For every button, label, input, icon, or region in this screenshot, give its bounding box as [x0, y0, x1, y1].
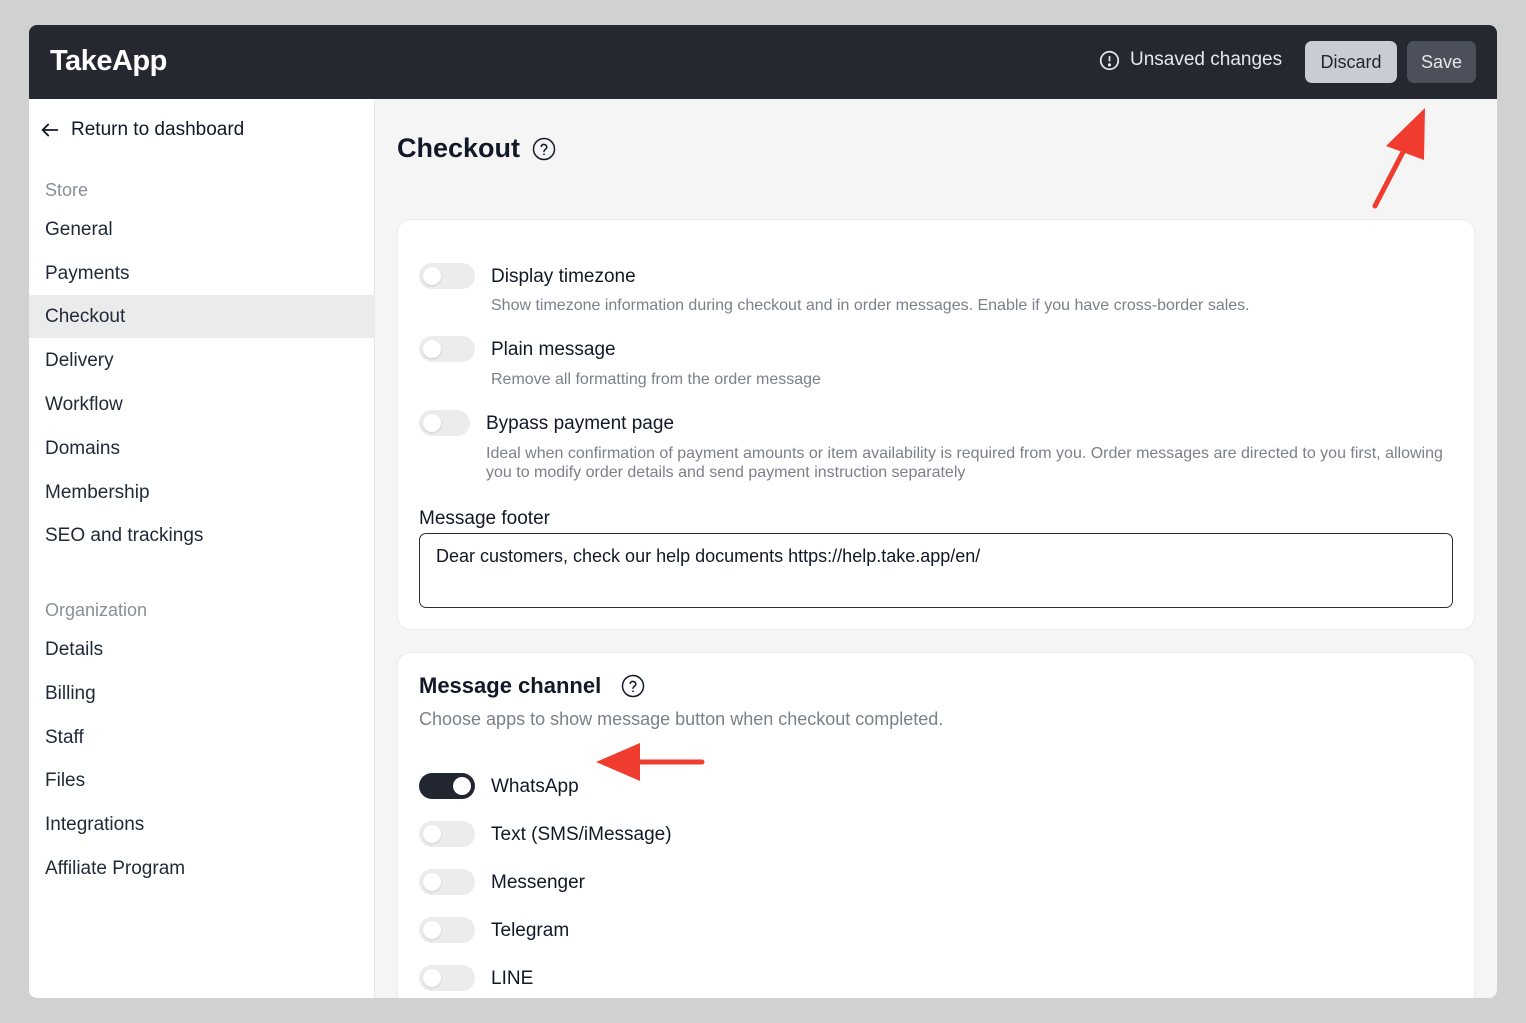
plain-message-description: Remove all formatting from the order mes…	[491, 371, 821, 388]
settings-sidebar: Return to dashboard Store General Paymen…	[29, 99, 375, 998]
message-channel-card: Message channel Choose apps to show mess…	[397, 652, 1475, 998]
sidebar-item-details[interactable]: Details	[29, 628, 375, 671]
bypass-payment-page-toggle[interactable]	[419, 410, 470, 436]
toggle-knob	[453, 777, 471, 795]
bypass-payment-page-label: Bypass payment page	[486, 413, 675, 434]
sidebar-item-delivery[interactable]: Delivery	[29, 339, 375, 382]
top-bar: TakeApp Unsaved changes Discard Save	[29, 25, 1497, 99]
sidebar-item-files[interactable]: Files	[29, 759, 375, 802]
display-timezone-label: Display timezone	[491, 266, 636, 287]
organization-section-title: Organization	[45, 600, 148, 620]
sidebar-item-payments[interactable]: Payments	[29, 252, 375, 295]
line-label: LINE	[491, 968, 534, 989]
help-circle-icon[interactable]	[532, 137, 556, 161]
page-title: Checkout	[397, 133, 556, 164]
sidebar-item-affiliate-program[interactable]: Affiliate Program	[29, 847, 375, 890]
sidebar-item-domains[interactable]: Domains	[29, 427, 375, 470]
sidebar-item-integrations[interactable]: Integrations	[29, 803, 375, 846]
display-timezone-toggle[interactable]	[419, 263, 475, 289]
text-sms-imessage-label: Text (SMS/iMessage)	[491, 824, 672, 845]
sidebar-item-general[interactable]: General	[29, 208, 375, 251]
arrow-left-icon	[41, 123, 59, 137]
page-title-text: Checkout	[397, 133, 521, 163]
bypass-payment-page-description: Ideal when confirmation of payment amoun…	[486, 445, 1443, 481]
app-window: TakeApp Unsaved changes Discard Save Ret…	[29, 25, 1497, 998]
store-section-title: Store	[45, 180, 89, 200]
whatsapp-label: WhatsApp	[491, 776, 579, 797]
plain-message-label: Plain message	[491, 339, 616, 360]
toggle-knob	[423, 921, 441, 939]
messenger-label: Messenger	[491, 872, 585, 893]
toggle-knob	[423, 340, 441, 358]
return-label: Return to dashboard	[71, 119, 245, 140]
message-channel-title-text: Message channel	[419, 673, 602, 698]
sidebar-item-seo-and-trackings[interactable]: SEO and trackings	[29, 514, 375, 557]
main-content: Checkout Display timezone Show timezone …	[376, 99, 1497, 998]
return-to-dashboard-link[interactable]: Return to dashboard	[39, 119, 244, 141]
sidebar-item-checkout[interactable]: Checkout	[29, 295, 375, 338]
telegram-label: Telegram	[491, 920, 570, 941]
sidebar-item-membership[interactable]: Membership	[29, 471, 375, 514]
unsaved-changes-indicator: Unsaved changes	[1099, 49, 1282, 71]
alert-circle-icon	[1099, 50, 1120, 70]
toggle-knob	[423, 267, 441, 285]
text-sms-imessage-toggle[interactable]	[419, 821, 475, 847]
line-toggle[interactable]	[419, 965, 475, 991]
toggle-knob	[423, 969, 441, 987]
message-channel-title: Message channel	[419, 673, 645, 699]
toggle-knob	[423, 825, 441, 843]
help-circle-icon[interactable]	[621, 674, 645, 698]
sidebar-item-billing[interactable]: Billing	[29, 672, 375, 715]
toggle-knob	[423, 414, 441, 432]
telegram-toggle[interactable]	[419, 917, 475, 943]
message-footer-label: Message footer	[419, 508, 550, 529]
display-timezone-description: Show timezone information during checkou…	[491, 297, 1250, 314]
messenger-toggle[interactable]	[419, 869, 475, 895]
toggle-knob	[423, 873, 441, 891]
takeapp-logo[interactable]: TakeApp	[50, 45, 167, 78]
whatsapp-toggle[interactable]	[419, 773, 475, 799]
sidebar-item-workflow[interactable]: Workflow	[29, 383, 375, 426]
save-button[interactable]: Save	[1407, 41, 1476, 83]
sidebar-item-staff[interactable]: Staff	[29, 716, 375, 759]
message-footer-textarea[interactable]: Dear customers, check our help documents…	[419, 533, 1453, 608]
plain-message-toggle[interactable]	[419, 336, 475, 362]
checkout-options-card: Display timezone Show timezone informati…	[397, 219, 1475, 630]
discard-button[interactable]: Discard	[1305, 41, 1397, 83]
message-channel-subtitle: Choose apps to show message button when …	[419, 709, 944, 729]
unsaved-changes-label: Unsaved changes	[1130, 49, 1283, 70]
